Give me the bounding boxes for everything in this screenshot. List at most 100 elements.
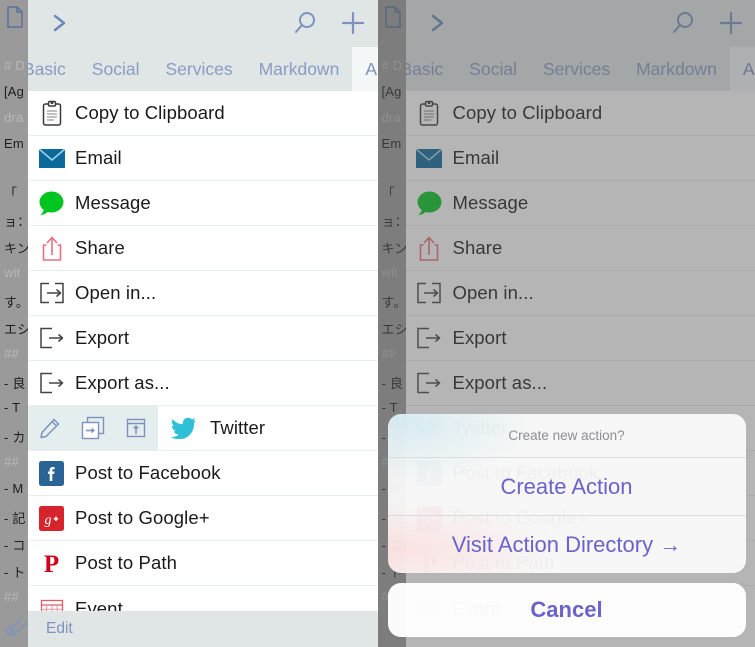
bg-text-line: - カ bbox=[4, 430, 26, 445]
duplicate-icon[interactable] bbox=[78, 414, 108, 442]
bg-text-line: す。 bbox=[381, 295, 407, 310]
popover-header bbox=[405, 0, 755, 47]
bg-text-line: Em bbox=[381, 136, 402, 151]
create-action-button[interactable]: Create Action bbox=[387, 458, 746, 516]
bg-text-line: - 記 bbox=[4, 511, 26, 526]
tab-markdown[interactable]: Markdown bbox=[623, 47, 730, 91]
bg-text-line: - ト bbox=[4, 565, 26, 580]
list-item[interactable]: Open in... bbox=[405, 271, 755, 316]
edit-button[interactable]: Edit bbox=[28, 620, 73, 638]
tab-social[interactable]: Social bbox=[456, 47, 530, 91]
bg-text-line: - 良 bbox=[381, 376, 404, 391]
cancel-sheet: Cancel bbox=[387, 583, 746, 637]
list-item[interactable]: Copy to Clipboard bbox=[405, 91, 755, 136]
bg-text-line: - コ bbox=[4, 538, 26, 553]
message-bubble-icon bbox=[28, 190, 75, 216]
list-item-label: Share bbox=[75, 237, 125, 258]
bg-text-line: エシ bbox=[4, 322, 31, 337]
bg-text-line: エシ bbox=[381, 322, 408, 337]
chevron-right-icon[interactable] bbox=[48, 8, 72, 38]
svg-text:g: g bbox=[45, 513, 52, 528]
list-item-label: Email bbox=[452, 147, 500, 168]
tab-markdown[interactable]: Markdown bbox=[246, 47, 353, 91]
envelope-icon bbox=[406, 148, 453, 168]
list-item[interactable]: Email bbox=[405, 136, 755, 181]
actions-popover: Basic Social Services Markdown All bbox=[28, 0, 378, 647]
list-item[interactable]: Open in... bbox=[28, 271, 378, 316]
export-icon bbox=[28, 327, 75, 349]
list-item[interactable]: Export as... bbox=[405, 361, 755, 406]
bg-text-line: す。 bbox=[4, 295, 30, 310]
list-item[interactable]: P Post to Path bbox=[28, 541, 378, 586]
bg-text-line: Em bbox=[4, 136, 24, 151]
list-item-twitter[interactable]: Twitter bbox=[28, 406, 378, 451]
list-item-label: Share bbox=[452, 237, 503, 258]
plus-icon[interactable] bbox=[338, 8, 368, 38]
clipboard-icon bbox=[406, 100, 453, 127]
list-item[interactable]: Message bbox=[405, 181, 755, 226]
list-item-label: Message bbox=[75, 192, 151, 213]
list-item[interactable]: Email bbox=[28, 136, 378, 181]
bg-text-line: キン bbox=[381, 241, 408, 256]
plus-icon[interactable] bbox=[716, 8, 746, 38]
open-in-icon bbox=[28, 282, 75, 304]
chevron-right-icon[interactable] bbox=[426, 8, 450, 38]
bg-text-line: # D bbox=[381, 58, 403, 73]
tab-basic[interactable]: Basic bbox=[406, 47, 457, 91]
bg-text-line: # D bbox=[4, 58, 25, 73]
list-item-label: Export bbox=[452, 327, 507, 348]
share-up-arrow-icon bbox=[406, 235, 453, 262]
document-icon bbox=[7, 6, 23, 28]
bg-text-line: [Ag bbox=[381, 84, 402, 99]
bg-text-line: - 良 bbox=[4, 376, 26, 391]
bg-text-line: wit bbox=[381, 265, 398, 280]
export-icon bbox=[406, 327, 453, 349]
bg-text-line: ョ： bbox=[381, 214, 408, 229]
row-edit-actions bbox=[28, 406, 158, 450]
list-item[interactable]: Copy to Clipboard bbox=[28, 91, 378, 136]
list-item[interactable]: Export bbox=[405, 316, 755, 361]
bg-text-line: - T bbox=[4, 400, 21, 415]
path-icon: P bbox=[28, 550, 75, 576]
list-item[interactable]: Share bbox=[405, 226, 755, 271]
tab-social[interactable]: Social bbox=[79, 47, 153, 91]
share-up-arrow-icon bbox=[28, 235, 75, 262]
left-panel: # D [Ag dra Em 「 ョ： キン wit す。 エシ ## - 良 … bbox=[0, 0, 378, 647]
search-icon[interactable] bbox=[669, 8, 699, 38]
actions-list: Copy to Clipboard Email Message Share Op… bbox=[28, 91, 378, 616]
tab-services[interactable]: Services bbox=[530, 47, 623, 91]
cancel-button[interactable]: Cancel bbox=[388, 583, 746, 637]
tab-basic[interactable]: Basic bbox=[28, 47, 79, 91]
export-as-icon bbox=[28, 372, 75, 394]
list-item[interactable]: Message bbox=[28, 181, 378, 226]
list-item-label: Message bbox=[452, 192, 529, 213]
list-item[interactable]: Share bbox=[28, 226, 378, 271]
list-item[interactable]: Export as... bbox=[28, 361, 378, 406]
google-plus-icon: g bbox=[28, 505, 75, 531]
pencil-edit-icon[interactable] bbox=[35, 414, 65, 442]
tab-all[interactable]: All bbox=[352, 47, 378, 91]
export-as-icon bbox=[406, 372, 453, 394]
list-item[interactable]: Export bbox=[28, 316, 378, 361]
list-item[interactable]: g Post to Google+ bbox=[28, 496, 378, 541]
list-item-label: Post to Path bbox=[75, 552, 177, 573]
sheet-title: Create new action? bbox=[387, 414, 746, 458]
list-item-label: Export as... bbox=[452, 372, 548, 393]
bg-text-line: dra bbox=[381, 110, 401, 125]
popover-header bbox=[28, 0, 378, 47]
paperclip-icon bbox=[5, 617, 27, 636]
bg-text-line: - M bbox=[4, 481, 24, 496]
move-up-icon[interactable] bbox=[121, 414, 151, 442]
bg-text-line: ## bbox=[381, 346, 397, 361]
list-item-label: Post to Google+ bbox=[75, 507, 210, 528]
document-icon bbox=[384, 6, 401, 28]
list-item[interactable]: Post to Facebook bbox=[28, 451, 378, 496]
visit-action-directory-button[interactable]: Visit Action Directory → bbox=[388, 516, 746, 573]
list-item-label: Export bbox=[75, 327, 130, 348]
search-icon[interactable] bbox=[291, 8, 321, 38]
edit-toolbar[interactable]: Edit bbox=[28, 611, 378, 647]
tab-services[interactable]: Services bbox=[152, 47, 245, 91]
tab-all[interactable]: All bbox=[729, 47, 755, 91]
list-item-label: Export as... bbox=[75, 372, 170, 393]
bg-text-line: - T bbox=[381, 400, 398, 415]
